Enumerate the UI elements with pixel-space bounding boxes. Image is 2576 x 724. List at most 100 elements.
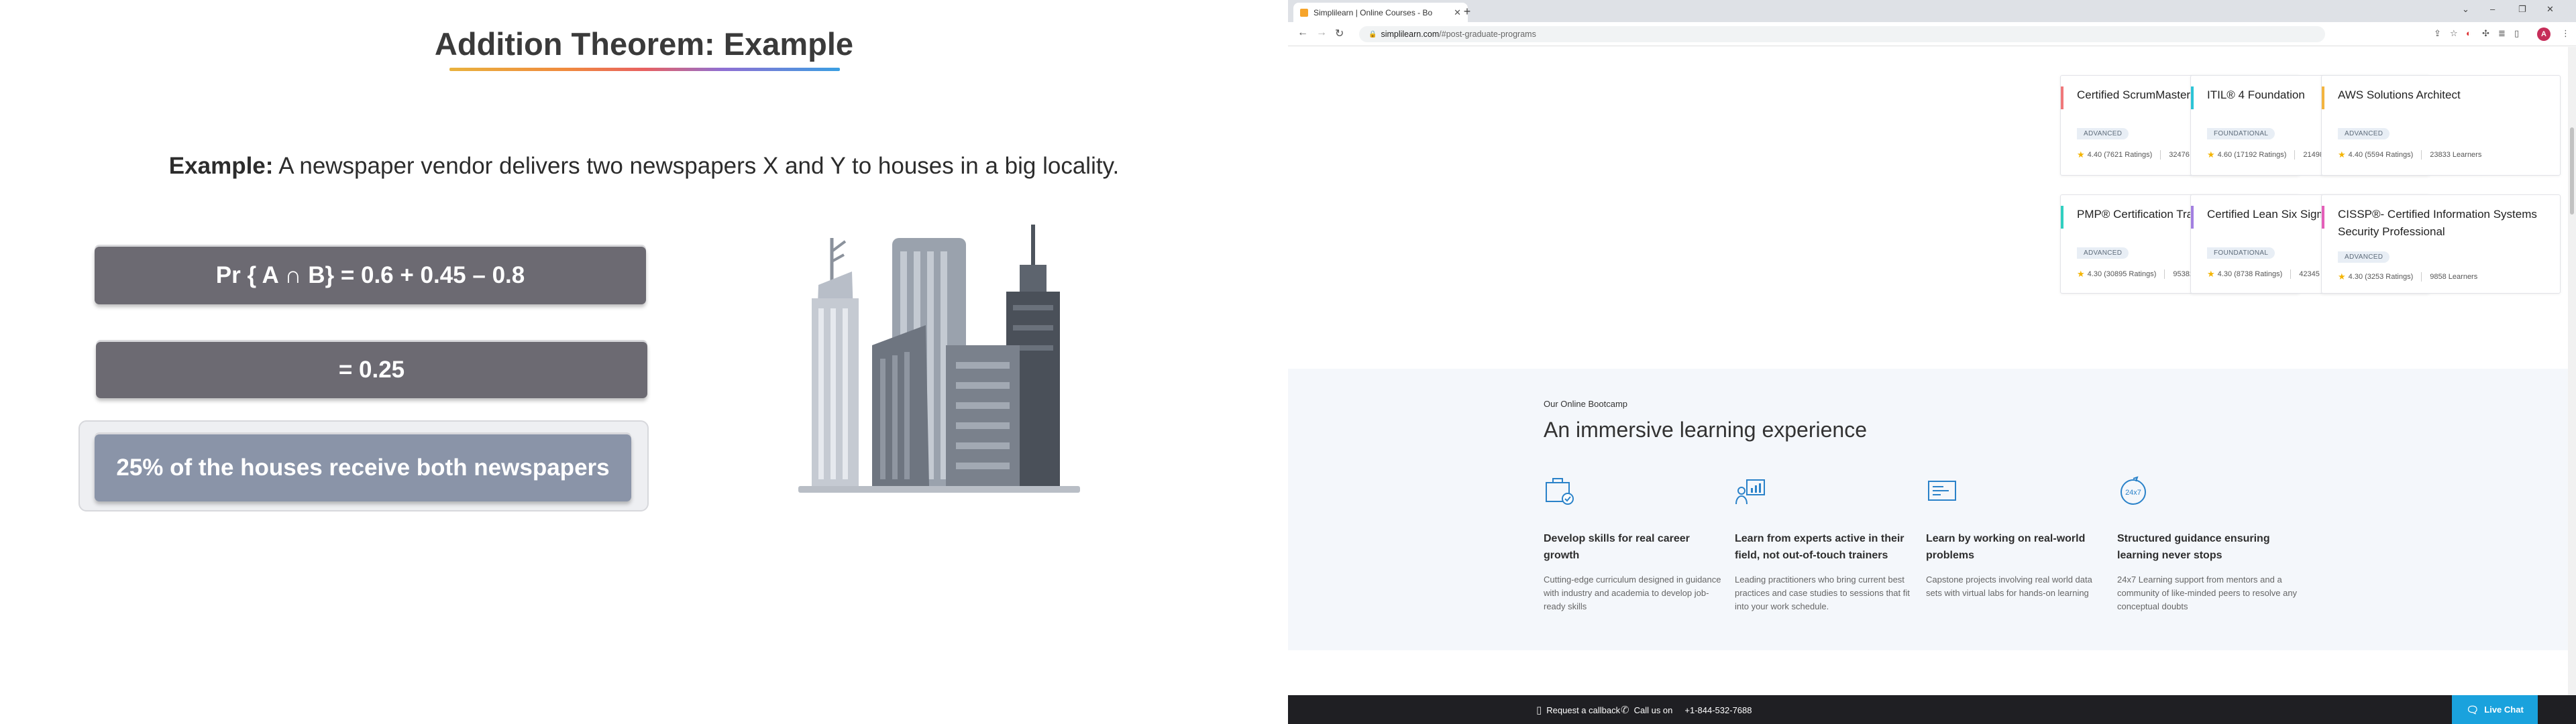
card-accent-bar [2191, 206, 2194, 229]
live-chat-label: Live Chat [2484, 705, 2524, 715]
close-window-icon[interactable]: ✕ [2546, 4, 2554, 15]
course-rating: 4.30 (30895 Ratings) [2087, 270, 2157, 278]
tab-title: Simplilearn | Online Courses - Bo [1313, 7, 1433, 17]
page-scrollbar[interactable] [2568, 47, 2576, 724]
menu-icon[interactable]: ⋮ [2561, 28, 2570, 39]
bootcamp-eyebrow: Our Online Bootcamp [1544, 399, 1628, 409]
course-meta: ★ 4.40 (5594 Ratings) 23833 Learners [2338, 149, 2481, 160]
feature-title: Develop skills for real career growth [1544, 533, 1690, 561]
feature-desc: 24x7 Learning support from mentors and a… [2117, 575, 2298, 611]
course-learners: 23833 Learners [2430, 151, 2482, 159]
extension-icon[interactable]: ◐ [2466, 28, 2471, 38]
equation-box-1: Pr { A ∩ B} = 0.6 + 0.45 – 0.8 [95, 247, 646, 304]
browser-tab[interactable]: Simplilearn | Online Courses - Bo ✕ [1293, 3, 1468, 22]
puzzle-icon[interactable]: ✣ [2482, 28, 2489, 39]
course-meta: ★ 4.30 (3253 Ratings) 9858 Learners [2338, 272, 2477, 282]
scrollbar-thumb[interactable] [2570, 127, 2574, 215]
rating-star-icon: ★ [2077, 149, 2085, 160]
share-icon[interactable]: ⇪ [2434, 28, 2441, 39]
profile-avatar[interactable]: A [2537, 27, 2551, 41]
live-chat-button[interactable]: 🗨 Live Chat [2452, 695, 2538, 724]
support-24x7-icon: 24x7 [2121, 476, 2146, 505]
browser-toolbar: ← → ↻ 🔒 simplilearn.com/#post-graduate-p… [1288, 22, 2576, 46]
phone-icon: ✆ [1621, 705, 1629, 716]
address-bar[interactable]: 🔒 simplilearn.com/#post-graduate-program… [1359, 26, 2325, 42]
title-underline [449, 68, 840, 71]
course-level-badge: FOUNDATIONAL [2207, 128, 2275, 139]
url-path: /#post-graduate-programs [1439, 29, 1536, 39]
equation-box-2: = 0.25 [96, 342, 647, 398]
new-tab-icon[interactable]: + [1460, 4, 1474, 19]
course-level-badge: ADVANCED [2077, 128, 2129, 139]
example-label: Example: [168, 153, 274, 179]
slide-title: Addition Theorem: Example [434, 26, 854, 62]
feature-real-world: Learn by working on real-world problems … [1926, 476, 2107, 600]
course-rating: 4.30 (8738 Ratings) [2217, 270, 2283, 278]
card-accent-bar [2061, 86, 2063, 109]
phone-number: +1-844-532-7688 [1684, 705, 1752, 715]
restore-icon[interactable]: ❐ [2518, 4, 2526, 15]
feature-career: Develop skills for real career growth Cu… [1544, 476, 1725, 613]
course-title: CISSP®- Certified Information Systems Se… [2338, 208, 2537, 238]
presentation-icon [1735, 479, 1765, 505]
course-rating: 4.40 (7621 Ratings) [2087, 151, 2153, 159]
example-text: A newspaper vendor delivers two newspape… [273, 153, 1120, 179]
callback-label: Request a callback [1546, 705, 1621, 715]
course-title: AWS Solutions Architect [2338, 88, 2461, 101]
feature-desc: Cutting-edge curriculum designed in guid… [1544, 575, 1721, 611]
support-24x7-text: 24x7 [2125, 489, 2141, 497]
tab-search-icon[interactable]: ⌄ [2462, 4, 2469, 15]
minimize-icon[interactable]: – [2490, 4, 2495, 14]
certificate-icon [1546, 478, 1574, 505]
example-statement: Example: A newspaper vendor delivers two… [0, 153, 1288, 180]
tab-strip: Simplilearn | Online Courses - Bo ✕ + ⌄ … [1288, 0, 2576, 22]
side-panel-icon[interactable]: ▯ [2514, 28, 2519, 39]
course-level-badge: ADVANCED [2338, 251, 2390, 263]
feature-desc: Leading practitioners who bring current … [1735, 575, 1910, 611]
lock-icon: 🔒 [1368, 30, 1377, 38]
course-level-badge: ADVANCED [2077, 247, 2129, 259]
feature-title: Learn from experts active in their field… [1735, 533, 1904, 561]
reload-icon[interactable]: ↻ [1335, 27, 1344, 40]
course-card[interactable]: CISSP®- Certified Information Systems Se… [2321, 194, 2561, 294]
course-level-badge: FOUNDATIONAL [2207, 247, 2275, 259]
phone-mobile-icon: ▯ [1536, 705, 1542, 716]
card-accent-bar [2191, 86, 2194, 109]
course-learners: 9858 Learners [2430, 273, 2478, 281]
card-accent-bar [2322, 206, 2324, 229]
rating-star-icon: ★ [2207, 269, 2215, 279]
course-rating: 4.40 (5594 Ratings) [2348, 151, 2414, 159]
rating-star-icon: ★ [2077, 269, 2085, 279]
presentation-slide: Addition Theorem: Example Example: A new… [0, 0, 1288, 724]
rating-star-icon: ★ [2338, 272, 2346, 282]
chat-bubble-icon: 🗨 [2466, 704, 2479, 716]
forward-icon[interactable]: → [1316, 27, 1327, 39]
city-buildings-illustration [798, 225, 1080, 493]
feature-title: Learn by working on real-world problems [1926, 533, 2086, 561]
media-icon[interactable]: ≣ [2498, 28, 2506, 39]
rating-star-icon: ★ [2338, 149, 2346, 160]
course-rating: 4.30 (3253 Ratings) [2348, 273, 2414, 281]
course-level-badge: ADVANCED [2338, 128, 2390, 139]
back-icon[interactable]: ← [1297, 27, 1308, 39]
request-callback-link[interactable]: ▯ Request a callback [1536, 704, 1620, 716]
course-card[interactable]: AWS Solutions Architect ADVANCED ★ 4.40 (55… [2321, 75, 2561, 176]
bookmark-star-icon[interactable]: ☆ [2450, 28, 2458, 39]
bootcamp-heading: An immersive learning experience [1544, 418, 1867, 442]
card-accent-bar [2322, 86, 2324, 109]
laptop-icon [1928, 481, 1956, 501]
result-box: 25% of the houses receive both newspaper… [95, 434, 631, 501]
card-accent-bar [2061, 206, 2063, 229]
rating-star-icon: ★ [2207, 149, 2215, 160]
site-favicon-icon [1300, 8, 1308, 17]
feature-experts: Learn from experts active in their field… [1735, 476, 1916, 613]
call-us-item[interactable]: ✆ Call us on +1-844-532-7688 [1621, 704, 1752, 716]
browser-window: Simplilearn | Online Courses - Bo ✕ + ⌄ … [1288, 0, 2576, 724]
feature-title: Structured guidance ensuring learning ne… [2117, 533, 2270, 561]
web-page: Certified ScrumMaster® (CSM) ADVANCED ★ 4.4… [1288, 47, 2576, 724]
course-rating: 4.60 (17192 Ratings) [2217, 151, 2287, 159]
feature-guidance: 24x7 Structured guidance ensuring learni… [2117, 476, 2298, 613]
bottom-contact-bar: ▯ Request a callback ✆ Call us on +1-844-53… [1288, 695, 2576, 724]
feature-desc: Capstone projects involving real world d… [1926, 575, 2092, 598]
url-host: simplilearn.com [1381, 29, 1440, 39]
